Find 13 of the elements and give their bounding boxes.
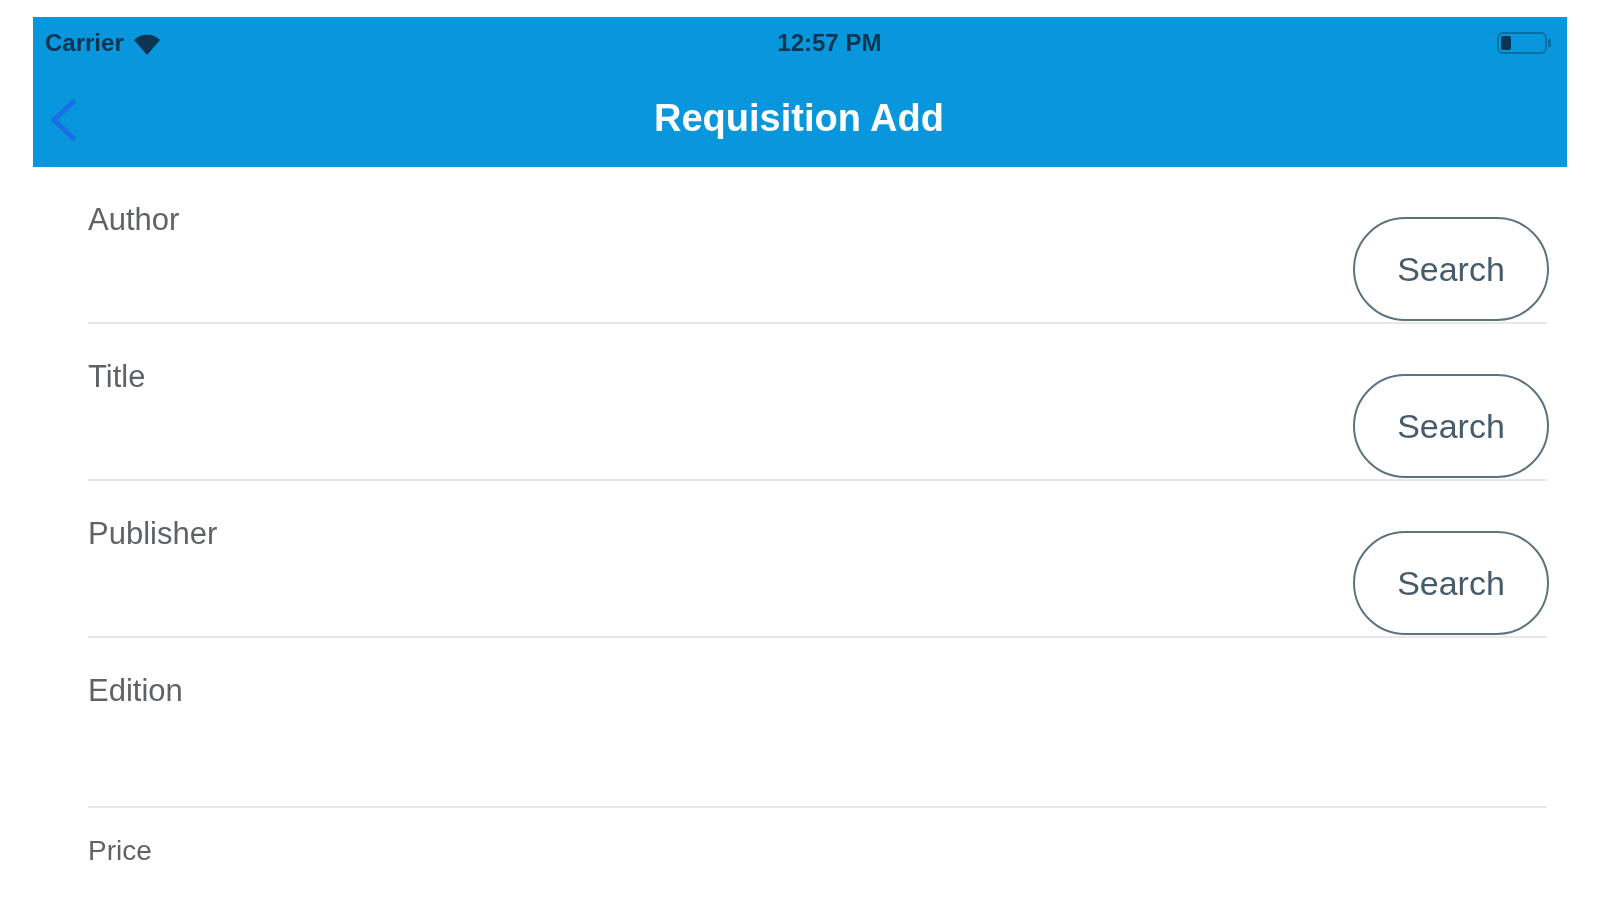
- field-label: Price: [88, 834, 152, 868]
- field-label: Title: [88, 358, 146, 396]
- search-button[interactable]: Search: [1353, 217, 1549, 321]
- back-icon[interactable]: [49, 99, 77, 141]
- search-button[interactable]: Search: [1353, 531, 1549, 635]
- carrier-label: Carrier: [45, 28, 124, 58]
- clock-time: 12:57 PM: [777, 28, 882, 58]
- screen-title: Requisition Add: [654, 95, 944, 141]
- search-button[interactable]: Search: [1353, 374, 1549, 478]
- battery-icon: [1497, 31, 1553, 55]
- field-label: Edition: [88, 672, 183, 710]
- field-label: Publisher: [88, 515, 218, 553]
- field-label: Author: [88, 201, 180, 239]
